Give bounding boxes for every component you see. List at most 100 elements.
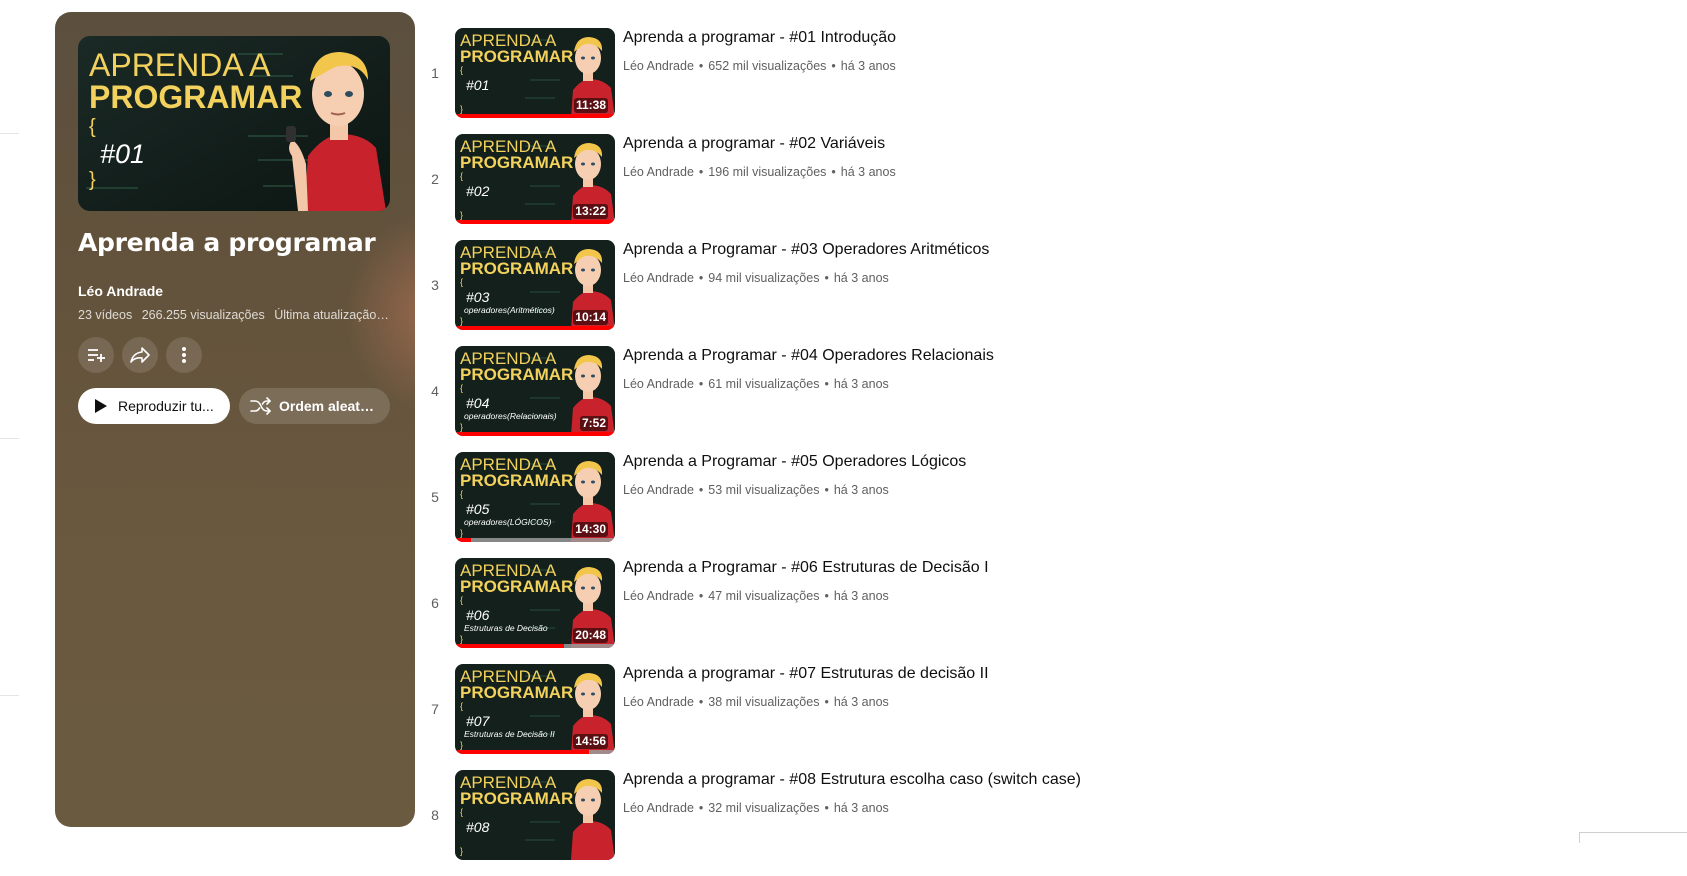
meta-separator: •: [698, 377, 704, 391]
svg-text:#03: #03: [466, 289, 490, 305]
video-duration: 10:14: [573, 310, 608, 325]
playlist-stats: 23 vídeos 266.255 visualizações Última a…: [78, 308, 390, 322]
video-views: 61 mil visualizações: [708, 377, 820, 391]
svg-text:}: }: [460, 740, 463, 750]
video-index: 7: [431, 701, 439, 717]
video-thumbnail[interactable]: APRENDA A PROGRAMAR { #08 }: [455, 770, 615, 860]
svg-text:{: {: [460, 65, 463, 75]
video-title[interactable]: Aprenda a Programar - #04 Operadores Rel…: [623, 347, 994, 365]
video-title[interactable]: Aprenda a programar - #01 Introdução: [623, 29, 896, 47]
svg-text:operadores(LÓGICOS): operadores(LÓGICOS): [464, 517, 552, 527]
video-thumbnail[interactable]: APRENDA A PROGRAMAR { #02 } 13:22: [455, 134, 615, 224]
video-index: 6: [431, 595, 439, 611]
meta-separator: •: [824, 801, 829, 815]
video-meta: Léo Andrade • 53 mil visualizações • há 3 an…: [623, 483, 889, 497]
video-thumbnail[interactable]: APRENDA A PROGRAMAR { #03 operadores(Ari…: [455, 240, 615, 330]
meta-separator: •: [698, 59, 704, 73]
playlist-video-row[interactable]: 4 APRENDA A PROGRAMAR { #04 operadores(R…: [415, 346, 1615, 452]
svg-text:#07: #07: [466, 713, 491, 729]
video-title[interactable]: Aprenda a programar - #07 Estruturas de …: [623, 665, 989, 683]
video-thumbnail[interactable]: APRENDA A PROGRAMAR { #01 } 11:38: [455, 28, 615, 118]
video-index: 8: [431, 807, 439, 823]
share-icon: [130, 347, 150, 363]
playlist-video-row[interactable]: 5 APRENDA A PROGRAMAR { #05 operadores(L…: [415, 452, 1615, 558]
video-channel[interactable]: Léo Andrade: [623, 165, 694, 179]
meta-separator: •: [831, 59, 836, 73]
video-duration: 14:30: [573, 522, 608, 537]
video-duration: 20:48: [573, 628, 608, 643]
meta-separator: •: [698, 165, 704, 179]
share-button[interactable]: [122, 337, 158, 373]
svg-text:PROGRAMAR: PROGRAMAR: [460, 471, 573, 490]
video-views: 32 mil visualizações: [708, 801, 820, 815]
playlist-video-row[interactable]: 1 APRENDA A PROGRAMAR { #01 } 11:38 Apre…: [415, 28, 1615, 134]
svg-text:operadores(Relacionais): operadores(Relacionais): [464, 411, 557, 421]
meta-separator: •: [824, 377, 829, 391]
meta-separator: •: [698, 801, 704, 815]
svg-text:{: {: [460, 701, 463, 711]
svg-text:#02: #02: [466, 183, 490, 199]
svg-text:PROGRAMAR: PROGRAMAR: [460, 365, 573, 384]
video-thumbnail[interactable]: APRENDA A PROGRAMAR { #07 Estruturas de …: [455, 664, 615, 754]
video-age: há 3 anos: [833, 695, 889, 709]
video-channel[interactable]: Léo Andrade: [623, 271, 694, 285]
video-meta: Léo Andrade • 196 mil visualizações • há 3 a…: [623, 165, 896, 179]
playlist-video-row[interactable]: 7 APRENDA A PROGRAMAR { #07 Estruturas d…: [415, 664, 1615, 770]
svg-text:{: {: [460, 171, 463, 181]
video-views: 652 mil visualizações: [708, 59, 827, 73]
save-playlist-button[interactable]: [78, 337, 114, 373]
playlist-video-row[interactable]: 2 APRENDA A PROGRAMAR { #02 } 13:22 Apre…: [415, 134, 1615, 240]
hero-code: #01: [100, 139, 145, 169]
playlist-title: Aprenda a programar: [78, 228, 376, 257]
playlist-views: 266.255 visualizações: [141, 308, 265, 322]
video-views: 94 mil visualizações: [708, 271, 820, 285]
video-duration: 7:52: [579, 416, 608, 431]
playlist-video-row[interactable]: 6 APRENDA A PROGRAMAR { #06 Estruturas d…: [415, 558, 1615, 664]
svg-text:}: }: [460, 104, 463, 114]
svg-text:PROGRAMAR: PROGRAMAR: [460, 47, 573, 66]
video-count: 23 vídeos: [78, 308, 133, 322]
shuffle-button[interactable]: Ordem aleató...: [239, 388, 390, 424]
watch-progress-bar: [455, 644, 564, 648]
svg-text:{: {: [460, 277, 463, 287]
video-title[interactable]: Aprenda a Programar - #06 Estruturas de …: [623, 559, 989, 577]
video-views: 53 mil visualizações: [708, 483, 820, 497]
hero-thumbnail-art: APRENDA A PROGRAMAR { #01 }: [78, 36, 390, 211]
video-title[interactable]: Aprenda a programar - #08 Estrutura esco…: [623, 771, 1081, 789]
meta-separator: •: [698, 483, 704, 497]
video-channel[interactable]: Léo Andrade: [623, 59, 694, 73]
playlist-channel-link[interactable]: Léo Andrade: [78, 283, 163, 299]
video-channel[interactable]: Léo Andrade: [623, 483, 694, 497]
svg-text:#01: #01: [466, 77, 489, 93]
playlist-video-list: 1 APRENDA A PROGRAMAR { #01 } 11:38 Apre…: [415, 28, 1615, 876]
video-views: 47 mil visualizações: [708, 589, 820, 603]
video-duration: 11:38: [573, 98, 608, 113]
meta-separator: •: [698, 271, 704, 285]
video-views: 38 mil visualizações: [708, 695, 820, 709]
svg-text:}: }: [460, 210, 463, 220]
video-title[interactable]: Aprenda a Programar - #03 Operadores Ari…: [623, 241, 989, 259]
meta-separator: •: [824, 589, 829, 603]
playlist-video-row[interactable]: 3 APRENDA A PROGRAMAR { #03 operadores(A…: [415, 240, 1615, 346]
video-channel[interactable]: Léo Andrade: [623, 589, 694, 603]
svg-text:Estruturas de Decisão II: Estruturas de Decisão II: [464, 729, 555, 739]
video-title[interactable]: Aprenda a programar - #02 Variáveis: [623, 135, 885, 153]
video-thumbnail-art: APRENDA A PROGRAMAR { #08 }: [455, 770, 615, 860]
play-all-button[interactable]: Reproduzir tu...: [78, 388, 230, 424]
svg-text:}: }: [460, 846, 463, 856]
playlist-hero-thumbnail[interactable]: APRENDA A PROGRAMAR { #01 }: [78, 36, 390, 211]
video-title[interactable]: Aprenda a Programar - #05 Operadores Lóg…: [623, 453, 966, 471]
shuffle-icon: [250, 397, 271, 415]
video-channel[interactable]: Léo Andrade: [623, 801, 694, 815]
playlist-video-row[interactable]: 8 APRENDA A PROGRAMAR { #08 } Aprenda a …: [415, 770, 1615, 876]
more-options-button[interactable]: [166, 337, 202, 373]
video-thumbnail[interactable]: APRENDA A PROGRAMAR { #06 Estruturas de …: [455, 558, 615, 648]
video-age: há 3 anos: [840, 165, 896, 179]
svg-text:Estruturas de Decisão: Estruturas de Decisão: [464, 623, 548, 633]
video-thumbnail[interactable]: APRENDA A PROGRAMAR { #04 operadores(Rel…: [455, 346, 615, 436]
video-age: há 3 anos: [833, 377, 889, 391]
svg-text:#05: #05: [466, 501, 490, 517]
video-channel[interactable]: Léo Andrade: [623, 377, 694, 391]
video-thumbnail[interactable]: APRENDA A PROGRAMAR { #05 operadores(LÓG…: [455, 452, 615, 542]
video-channel[interactable]: Léo Andrade: [623, 695, 694, 709]
